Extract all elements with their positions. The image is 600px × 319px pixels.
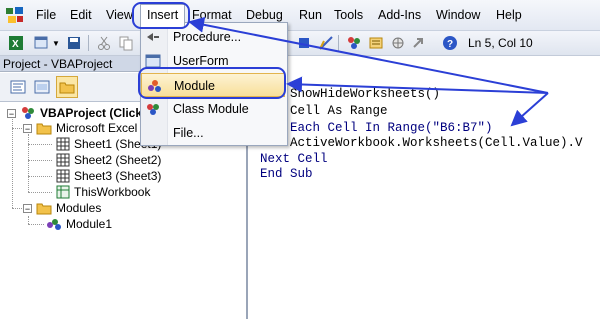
insert-userform-icon[interactable] (34, 35, 50, 51)
menu-item-label: Module (174, 79, 215, 93)
vba-project-icon (22, 107, 34, 119)
worksheet-icon (56, 169, 70, 183)
menu-tools[interactable]: Tools (334, 8, 363, 22)
dropdown-arrow-icon[interactable]: ▼ (52, 39, 60, 48)
menu-insert[interactable]: Insert (140, 4, 186, 28)
userform-icon (145, 54, 161, 68)
tree-line (28, 224, 44, 225)
procedure-icon (147, 33, 159, 41)
menu-add-ins[interactable]: Add-Ins (378, 8, 421, 22)
view-code-icon[interactable] (10, 79, 26, 95)
project-explorer-icon[interactable] (346, 35, 362, 51)
menu-item-label: UserForm (173, 54, 229, 68)
tree-item-thisworkbook[interactable]: ThisWorkbook (74, 184, 150, 200)
help-icon[interactable]: ? (442, 35, 458, 51)
module-icon (47, 219, 61, 230)
code-line: ShowHideWorksheets() (290, 87, 441, 101)
menu-format[interactable]: Format (192, 8, 232, 22)
excel-view-icon[interactable]: X (8, 35, 24, 51)
toolbar-separator (338, 35, 339, 51)
menu-item-procedure[interactable]: Procedure... (141, 25, 285, 49)
module-icon (148, 80, 161, 92)
save-icon[interactable] (66, 35, 82, 51)
collapse-toggle[interactable]: − (23, 204, 32, 214)
tree-line (28, 176, 52, 177)
object-browser-icon[interactable] (390, 35, 406, 51)
menu-item-label: Procedure... (173, 30, 242, 44)
tree-item-vbaproject[interactable]: VBAProject (Click (40, 105, 142, 121)
menu-bar: File Edit View Insert Format Debug Run T… (0, 0, 600, 31)
tree-line (12, 116, 13, 208)
worksheet-icon (56, 137, 70, 151)
tree-item-excel-objects[interactable]: Microsoft Excel O (56, 120, 150, 136)
tree-line (12, 128, 22, 129)
standard-toolbar: X ▼ ? Ln 5, Col 10 (0, 31, 600, 56)
toolbox-icon[interactable] (410, 35, 426, 51)
code-line: ActiveWorkbook.Worksheets(Cell.Value).V (290, 136, 583, 150)
insert-menu: Procedure... UserForm Module Class Modul… (140, 22, 288, 146)
menu-help[interactable]: Help (496, 8, 522, 22)
svg-text:?: ? (447, 39, 453, 50)
code-line: Each Cell In Range("B6:B7") (290, 121, 493, 135)
menu-file[interactable]: File (36, 8, 56, 22)
tree-item-sheet2[interactable]: Sheet2 (Sheet2) (74, 152, 161, 168)
properties-window-icon[interactable] (368, 35, 384, 51)
toolbar-separator (88, 35, 89, 51)
tree-item-module1[interactable]: Module1 (66, 216, 112, 232)
reset-icon[interactable] (296, 35, 312, 51)
tree-line (28, 216, 29, 224)
worksheet-icon (56, 153, 70, 167)
menu-debug[interactable]: Debug (246, 8, 283, 22)
menu-item-label: Class Module (173, 102, 249, 116)
code-line: End Sub (260, 167, 313, 181)
tree-line (28, 160, 52, 161)
menu-view[interactable]: View (106, 8, 133, 22)
tree-line (28, 134, 29, 192)
tree-line (28, 192, 52, 193)
vba-app-icon (6, 7, 23, 23)
tree-line (12, 208, 22, 209)
menu-window[interactable]: Window (436, 8, 480, 22)
collapse-toggle[interactable]: − (23, 124, 32, 134)
code-window[interactable]: ) ShowHideWorksheets() Cell As Range Eac… (247, 56, 600, 319)
toggle-folders-button[interactable] (56, 76, 78, 98)
svg-text:X: X (12, 39, 19, 50)
collapse-toggle[interactable]: − (7, 109, 16, 119)
cursor-position: Ln 5, Col 10 (468, 36, 533, 50)
menu-item-label: File... (173, 126, 204, 140)
menu-item-file[interactable]: File... (141, 121, 285, 145)
tree-item-modules[interactable]: Modules (56, 200, 101, 216)
copy-icon[interactable] (118, 35, 134, 51)
menu-run[interactable]: Run (299, 8, 322, 22)
folder-icon (36, 203, 52, 215)
workbook-icon (56, 185, 70, 199)
code-line: Next Cell (260, 152, 328, 166)
folder-icon (59, 82, 75, 94)
tree-line (28, 144, 52, 145)
folder-icon (36, 123, 52, 135)
menu-item-class-module[interactable]: Class Module (141, 97, 285, 121)
class-module-icon (147, 104, 159, 115)
design-mode-icon[interactable] (318, 35, 334, 51)
menu-edit[interactable]: Edit (70, 8, 92, 22)
code-line: Cell As Range (290, 104, 388, 118)
tree-item-sheet3[interactable]: Sheet3 (Sheet3) (74, 168, 161, 184)
menu-item-userform[interactable]: UserForm (141, 49, 285, 73)
menu-item-module[interactable]: Module (141, 73, 285, 97)
cut-icon[interactable] (96, 35, 112, 51)
view-object-icon[interactable] (34, 79, 50, 95)
